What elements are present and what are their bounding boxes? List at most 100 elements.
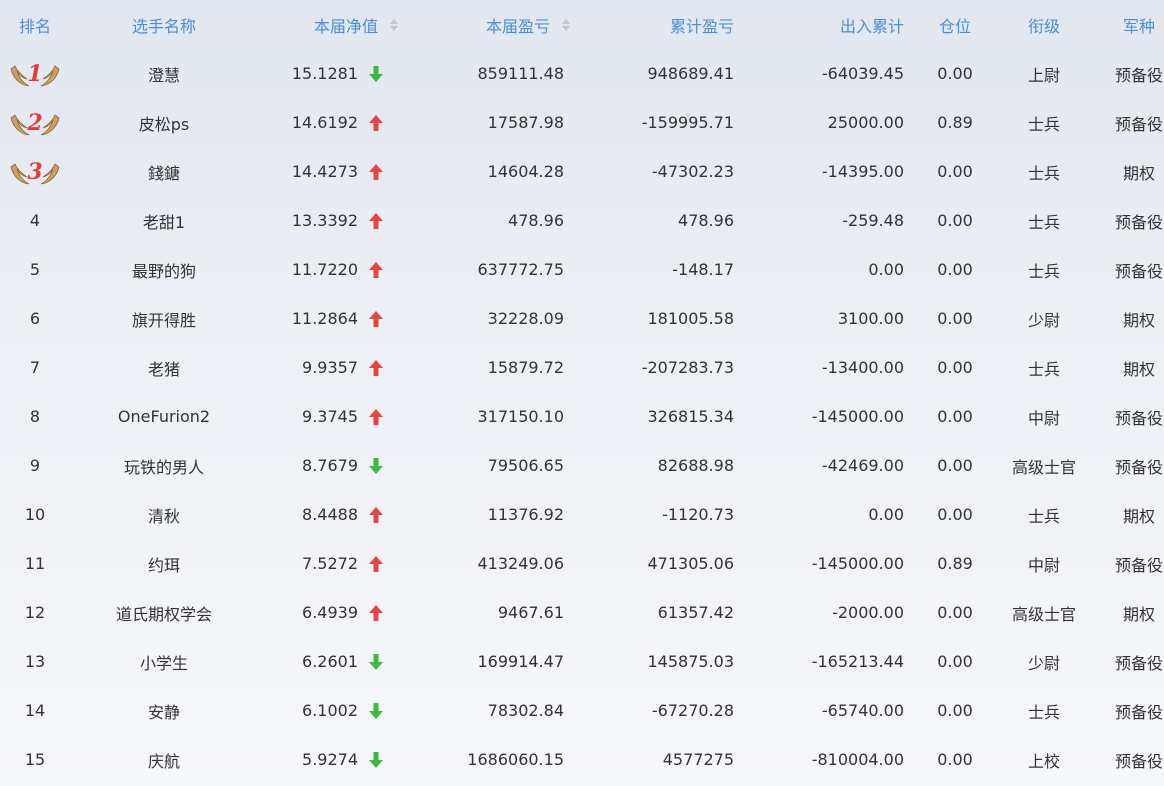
player-name[interactable]: 皮松ps xyxy=(70,98,258,147)
header-nav-label: 本届净值 xyxy=(313,16,378,36)
arrow-up-icon xyxy=(368,212,384,230)
player-name[interactable]: 玩铁的男人 xyxy=(70,441,258,490)
type-value: 期权 xyxy=(1122,604,1155,624)
header-pl-sortable[interactable]: 本届盈亏 xyxy=(402,0,572,49)
pl-value: 413249.06 xyxy=(477,554,564,573)
rank-number: 2 xyxy=(27,109,43,136)
table-row[interactable]: 11 约珥 7.5272 413249.06 471305.06 -145000.00 0.… xyxy=(0,539,1164,588)
pl-value: 14604.28 xyxy=(487,162,564,181)
nav-cell: 5.9274 xyxy=(258,735,402,784)
table-row[interactable]: 2 皮松ps 14.6192 17587.98 -159995.71 25000.00 0.… xyxy=(0,98,1164,147)
table-row[interactable]: 4 老甜1 13.3392 478.96 478.96 -259.48 0.00 士兵 预备役 xyxy=(0,196,1164,245)
table-row[interactable]: 13 小学生 6.2601 169914.47 145875.03 -165213.44 0… xyxy=(0,637,1164,686)
flow-value: 0.00 xyxy=(868,260,904,279)
rank-number: 7 xyxy=(29,358,41,377)
rank-number: 6 xyxy=(29,309,41,328)
header-flow: 出入累计 xyxy=(839,16,904,36)
player-name[interactable]: 老甜1 xyxy=(70,196,258,245)
header-nav-sortable[interactable]: 本届净值 xyxy=(258,0,402,49)
table-row[interactable]: 6 旗开得胜 11.2864 32228.09 181005.58 3100.00 0.00… xyxy=(0,294,1164,343)
player-name[interactable]: 老猪 xyxy=(70,343,258,392)
table-row[interactable]: 8 OneFurion2 9.3745 317150.10 326815.34 -1450… xyxy=(0,392,1164,441)
rank-cell: 10 xyxy=(0,490,70,539)
player-name[interactable]: 安静 xyxy=(70,686,258,735)
player-name[interactable]: 澄慧 xyxy=(70,49,258,98)
player-name[interactable]: 旗开得胜 xyxy=(70,294,258,343)
player-name[interactable]: 道氏期权学会 xyxy=(70,588,258,637)
arrow-up-icon xyxy=(368,114,384,132)
cum-value: -47302.23 xyxy=(651,162,734,181)
arrow-up-icon xyxy=(368,506,384,524)
rank-cell: 9 xyxy=(0,441,70,490)
type-value: 预备役 xyxy=(1114,261,1163,281)
table-row[interactable]: 10 清秋 8.4488 11376.92 -1120.73 0.00 0.00 士兵 期权 xyxy=(0,490,1164,539)
arrow-up-icon xyxy=(368,163,384,181)
cum-value: -148.17 xyxy=(672,260,734,279)
level-value: 上尉 xyxy=(1027,65,1060,85)
cum-value: 61357.42 xyxy=(657,603,734,622)
cum-value: -1120.73 xyxy=(662,505,734,524)
rank-number: 3 xyxy=(27,158,43,185)
arrow-up-icon xyxy=(368,604,384,622)
nav-value: 11.7220 xyxy=(291,260,358,279)
table-row[interactable]: 9 玩铁的男人 8.7679 79506.65 82688.98 -42469.00 0.0… xyxy=(0,441,1164,490)
table-header: 排名 选手名称 本届净值 本届盈亏 累计盈亏 出入累计 仓位 衔级 军种 xyxy=(0,0,1164,49)
player-name[interactable]: OneFurion2 xyxy=(70,392,258,441)
level-value: 士兵 xyxy=(1027,702,1060,722)
table-row[interactable]: 7 老猪 9.9357 15879.72 -207283.73 -13400.00 0.00… xyxy=(0,343,1164,392)
pl-value: 11376.92 xyxy=(487,505,564,524)
position-value: 0.00 xyxy=(937,358,973,377)
pl-value: 79506.65 xyxy=(487,456,564,475)
rank-number: 14 xyxy=(24,701,46,720)
player-name[interactable]: 最野的狗 xyxy=(70,245,258,294)
flow-value: -13400.00 xyxy=(821,358,904,377)
type-value: 预备役 xyxy=(1114,408,1163,428)
arrow-up-icon xyxy=(368,359,384,377)
flow-value: 0.00 xyxy=(868,505,904,524)
arrow-down-icon xyxy=(368,751,384,769)
header-rank: 排名 xyxy=(18,16,51,36)
pl-value: 78302.84 xyxy=(487,701,564,720)
table-row[interactable]: 14 安静 6.1002 78302.84 -67270.28 -65740.00 0.00… xyxy=(0,686,1164,735)
type-value: 预备役 xyxy=(1114,751,1163,771)
rank-number: 15 xyxy=(24,750,46,769)
level-value: 士兵 xyxy=(1027,261,1060,281)
nav-value: 9.3745 xyxy=(302,407,358,426)
level-value: 士兵 xyxy=(1027,212,1060,232)
table-body: 1 澄慧 15.1281 859111.48 948689.41 -64039.45 0.0… xyxy=(0,49,1164,784)
table-row[interactable]: 5 最野的狗 11.7220 637772.75 -148.17 0.00 0.00 士兵 预备… xyxy=(0,245,1164,294)
table-row[interactable]: 3 錢鎕 14.4273 14604.28 -47302.23 -14395.00 0.00… xyxy=(0,147,1164,196)
nav-cell: 8.4488 xyxy=(258,490,402,539)
header-name: 选手名称 xyxy=(131,16,196,36)
player-name[interactable]: 清秋 xyxy=(70,490,258,539)
cum-value: 948689.41 xyxy=(647,64,734,83)
type-value: 期权 xyxy=(1122,163,1155,183)
level-value: 士兵 xyxy=(1027,163,1060,183)
flow-value: -259.48 xyxy=(842,211,904,230)
rank-cell: 2 xyxy=(0,98,70,147)
pl-value: 32228.09 xyxy=(487,309,564,328)
sort-caret-icon[interactable] xyxy=(562,18,570,31)
flow-value: -64039.45 xyxy=(821,64,904,83)
flow-value: -165213.44 xyxy=(811,652,904,671)
position-value: 0.89 xyxy=(937,113,973,132)
nav-cell: 11.2864 xyxy=(258,294,402,343)
cum-value: 326815.34 xyxy=(647,407,734,426)
level-value: 士兵 xyxy=(1027,114,1060,134)
table-row[interactable]: 12 道氏期权学会 6.4939 9467.61 61357.42 -2000.00 0.0… xyxy=(0,588,1164,637)
rank-cell: 13 xyxy=(0,637,70,686)
player-name[interactable]: 庆航 xyxy=(70,735,258,784)
player-name[interactable]: 约珥 xyxy=(70,539,258,588)
sort-caret-icon[interactable] xyxy=(390,18,398,31)
table-row[interactable]: 1 澄慧 15.1281 859111.48 948689.41 -64039.45 0.0… xyxy=(0,49,1164,98)
type-value: 预备役 xyxy=(1114,114,1163,134)
flow-value: -145000.00 xyxy=(811,407,904,426)
pl-value: 478.96 xyxy=(508,211,564,230)
type-value: 预备役 xyxy=(1114,653,1163,673)
player-name[interactable]: 小学生 xyxy=(70,637,258,686)
level-value: 上校 xyxy=(1027,751,1060,771)
player-name[interactable]: 錢鎕 xyxy=(70,147,258,196)
table-row[interactable]: 15 庆航 5.9274 1686060.15 4577275 -810004.00 0.0… xyxy=(0,735,1164,784)
pl-value: 15879.72 xyxy=(487,358,564,377)
position-value: 0.00 xyxy=(937,407,973,426)
